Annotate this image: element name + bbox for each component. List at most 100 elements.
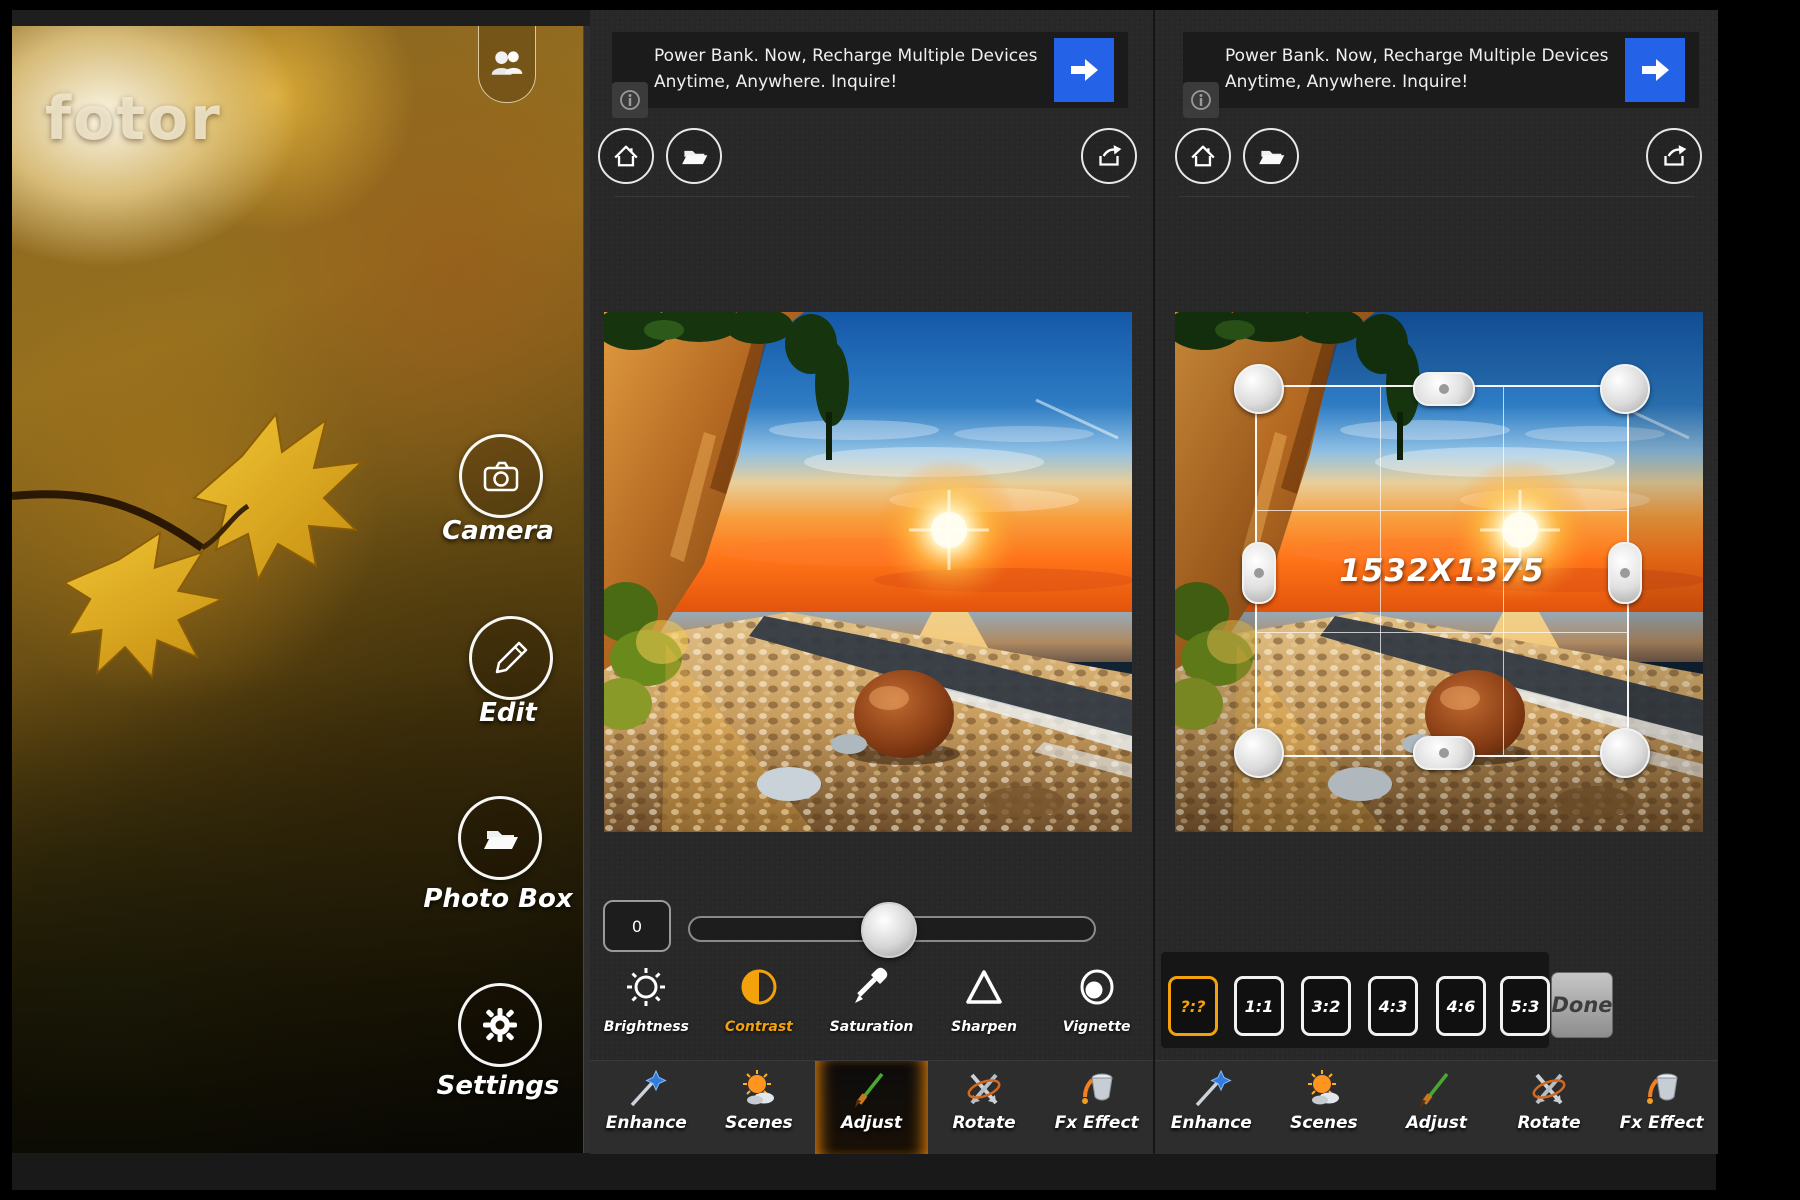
crop-handle-top[interactable] xyxy=(1413,372,1475,406)
home-button[interactable] xyxy=(598,128,654,184)
open-file-button[interactable] xyxy=(666,128,722,184)
ad-banner-text: Power Bank. Now, Recharge Multiple Devic… xyxy=(654,43,1054,95)
rotate-icon xyxy=(1527,1067,1571,1111)
slider-value: 0 xyxy=(632,917,642,936)
tab-rotate-label: Rotate xyxy=(952,1113,1015,1133)
tool-brightness-label: Brightness xyxy=(604,1019,689,1035)
aspect-5-3-button[interactable]: 5:3 xyxy=(1500,976,1550,1036)
adjust-brush-icon xyxy=(1414,1067,1458,1111)
tool-saturation[interactable]: Saturation xyxy=(815,955,928,1060)
arrow-right-icon xyxy=(1064,53,1104,87)
ad-info-button-2[interactable] xyxy=(1183,82,1219,118)
tool-brightness[interactable]: Brightness xyxy=(590,955,703,1060)
tab-enhance-2[interactable]: Enhance xyxy=(1155,1061,1268,1154)
tab-scenes-label: Scenes xyxy=(725,1113,793,1133)
aspect-free-button[interactable]: ?:? xyxy=(1168,976,1218,1036)
tab-rotate[interactable]: Rotate xyxy=(928,1061,1041,1154)
tool-contrast[interactable]: Contrast xyxy=(703,955,816,1060)
tool-vignette-label: Vignette xyxy=(1063,1019,1131,1035)
home-icon xyxy=(1186,139,1220,173)
accounts-tab[interactable] xyxy=(478,26,536,103)
bottom-tab-bar: Enhance Scenes xyxy=(590,1060,1153,1154)
share-button-2[interactable] xyxy=(1646,128,1702,184)
adjust-tools-row: Brightness Contrast Saturation xyxy=(590,955,1153,1060)
sidebar-item-camera[interactable] xyxy=(459,434,543,518)
tab-fx-effect-2-label: Fx Effect xyxy=(1620,1113,1704,1133)
edit-panel: Power Bank. Now, Recharge Multiple Devic… xyxy=(590,10,1153,1153)
photo-box-folder-icon xyxy=(477,815,523,861)
open-file-button-2[interactable] xyxy=(1243,128,1299,184)
sidebar-item-photo-box[interactable] xyxy=(458,796,542,880)
aspect-ratio-strip: ?:? 1:1 3:2 4:3 4:6 5:3 xyxy=(1161,952,1549,1048)
crop-handle-top-left[interactable] xyxy=(1234,364,1284,414)
aspect-4-3-button[interactable]: 4:3 xyxy=(1368,976,1418,1036)
tool-saturation-label: Saturation xyxy=(830,1019,914,1035)
bottom-tab-bar-2: Enhance Scenes xyxy=(1155,1060,1718,1154)
crop-handle-bottom[interactable] xyxy=(1413,736,1475,770)
ad-banner[interactable]: Power Bank. Now, Recharge Multiple Devic… xyxy=(612,32,1128,108)
crop-handle-bottom-left[interactable] xyxy=(1234,728,1284,778)
aspect-1-1-button[interactable]: 1:1 xyxy=(1234,976,1284,1036)
tab-enhance-2-label: Enhance xyxy=(1171,1113,1252,1133)
crop-handle-left[interactable] xyxy=(1242,542,1276,604)
tab-scenes-2-label: Scenes xyxy=(1290,1113,1358,1133)
enhance-wand-icon xyxy=(1189,1067,1233,1111)
share-icon xyxy=(1092,139,1126,173)
share-button[interactable] xyxy=(1081,128,1137,184)
tab-fx-effect-2[interactable]: Fx Effect xyxy=(1605,1061,1718,1154)
aspect-3-2-button[interactable]: 3:2 xyxy=(1301,976,1351,1036)
ad-banner-2[interactable]: Power Bank. Now, Recharge Multiple Devic… xyxy=(1183,32,1699,108)
tab-fx-effect[interactable]: Fx Effect xyxy=(1040,1061,1153,1154)
ad-cta-button-2[interactable] xyxy=(1625,38,1685,102)
ad-cta-button[interactable] xyxy=(1054,38,1114,102)
tab-scenes-2[interactable]: Scenes xyxy=(1268,1061,1381,1154)
folder-icon xyxy=(1254,139,1288,173)
fx-effect-bucket-icon xyxy=(1640,1067,1684,1111)
tool-sharpen-label: Sharpen xyxy=(951,1019,1017,1035)
aspect-4-6-button[interactable]: 4:6 xyxy=(1436,976,1486,1036)
tab-adjust-label: Adjust xyxy=(841,1113,902,1133)
ad-info-button[interactable] xyxy=(612,82,648,118)
divider xyxy=(1179,196,1695,197)
photo-preview-crop: 1532X1375 xyxy=(1175,312,1703,832)
crop-handle-top-right[interactable] xyxy=(1600,364,1650,414)
sidebar-item-settings[interactable] xyxy=(458,983,542,1067)
arrow-right-icon xyxy=(1635,53,1675,87)
contrast-slider[interactable] xyxy=(688,916,1096,942)
tab-adjust-2-label: Adjust xyxy=(1406,1113,1467,1133)
home-icon xyxy=(609,139,643,173)
bottom-strip xyxy=(12,1153,1716,1190)
slider-value-box: 0 xyxy=(603,900,671,952)
sidebar-home-screen: fotor Camera Edit xyxy=(12,26,583,1153)
sidebar-item-settings-label: Settings xyxy=(388,1071,583,1101)
tab-enhance[interactable]: Enhance xyxy=(590,1061,703,1154)
tab-adjust-selected[interactable]: Adjust xyxy=(815,1061,928,1154)
info-icon xyxy=(619,89,641,111)
adjust-brush-icon xyxy=(849,1067,893,1111)
camera-icon xyxy=(478,453,524,499)
tab-adjust-2[interactable]: Adjust xyxy=(1380,1061,1493,1154)
tab-rotate-2[interactable]: Rotate xyxy=(1493,1061,1606,1154)
tab-enhance-label: Enhance xyxy=(606,1113,687,1133)
photo-preview xyxy=(604,312,1132,832)
rotate-icon xyxy=(962,1067,1006,1111)
crop-handle-right[interactable] xyxy=(1608,542,1642,604)
divider xyxy=(614,196,1130,197)
slider-thumb[interactable] xyxy=(861,902,917,958)
contrast-icon xyxy=(737,965,781,1009)
sidebar-item-photo-box-label: Photo Box xyxy=(388,884,583,914)
crop-handle-bottom-right[interactable] xyxy=(1600,728,1650,778)
sidebar-item-edit[interactable] xyxy=(469,616,553,700)
tool-vignette[interactable]: Vignette xyxy=(1040,955,1153,1060)
tool-sharpen[interactable]: Sharpen xyxy=(928,955,1041,1060)
info-icon xyxy=(1190,89,1212,111)
fotor-logo: fotor xyxy=(45,84,222,154)
crop-selection[interactable]: 1532X1375 xyxy=(1255,385,1629,757)
folder-icon xyxy=(677,139,711,173)
sidebar-item-camera-label: Camera xyxy=(388,516,583,546)
home-button-2[interactable] xyxy=(1175,128,1231,184)
done-button[interactable]: Done xyxy=(1551,972,1613,1038)
tab-fx-effect-label: Fx Effect xyxy=(1055,1113,1139,1133)
tab-scenes[interactable]: Scenes xyxy=(703,1061,816,1154)
people-icon xyxy=(489,46,525,82)
